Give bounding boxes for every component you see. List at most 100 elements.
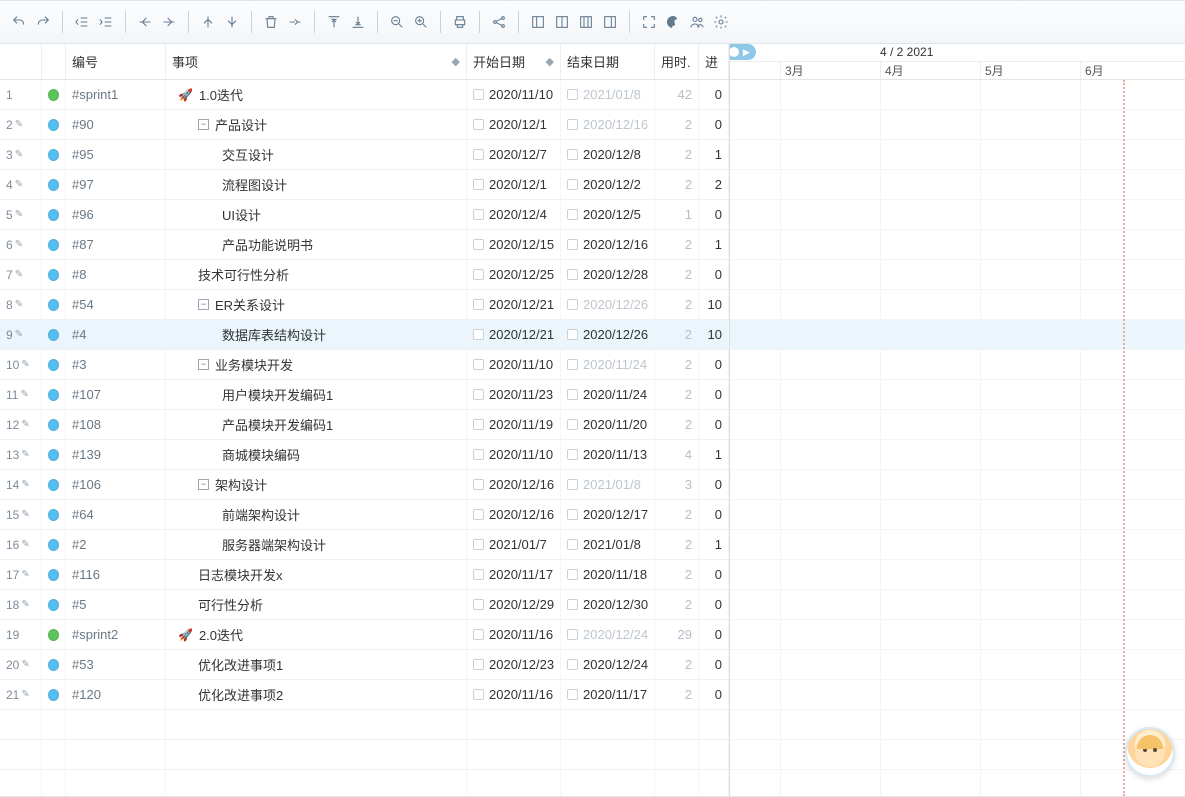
settings-button[interactable] bbox=[710, 9, 732, 35]
goto-today-icon[interactable] bbox=[730, 47, 739, 57]
task-name[interactable]: 可行性分析 bbox=[166, 590, 467, 619]
row-number[interactable]: 16✎ bbox=[0, 530, 42, 559]
start-date-cell[interactable]: 2020/12/21 bbox=[467, 320, 561, 349]
row-number[interactable]: 9✎ bbox=[0, 320, 42, 349]
status-cell[interactable] bbox=[42, 590, 66, 619]
task-row[interactable]: 8✎#54− ER关系设计2020/12/212020/12/26210 bbox=[0, 290, 729, 320]
start-date-cell[interactable]: 2020/12/23 bbox=[467, 650, 561, 679]
row-number[interactable]: 19 bbox=[0, 620, 42, 649]
start-date-cell[interactable]: 2020/12/21 bbox=[467, 290, 561, 319]
end-date-cell[interactable]: 2021/01/8 bbox=[561, 530, 655, 559]
edit-icon[interactable]: ✎ bbox=[21, 419, 29, 430]
end-date-cell[interactable]: 2021/01/8 bbox=[561, 80, 655, 109]
task-row[interactable]: 7✎#8技术可行性分析2020/12/252020/12/2820 bbox=[0, 260, 729, 290]
task-name[interactable]: 数据库表结构设计 bbox=[166, 320, 467, 349]
row-number[interactable]: 6✎ bbox=[0, 230, 42, 259]
task-name[interactable]: 🚀 2.0迭代 bbox=[166, 620, 467, 649]
task-id[interactable]: #2 bbox=[66, 530, 166, 559]
status-cell[interactable] bbox=[42, 680, 66, 709]
row-number[interactable]: 10✎ bbox=[0, 350, 42, 379]
duration-cell[interactable]: 2 bbox=[655, 680, 699, 709]
end-date-cell[interactable]: 2020/11/24 bbox=[561, 380, 655, 409]
end-date-cell[interactable]: 2020/12/16 bbox=[561, 230, 655, 259]
align-bottom-button[interactable] bbox=[347, 9, 369, 35]
task-name[interactable]: 技术可行性分析 bbox=[166, 260, 467, 289]
duration-cell[interactable]: 2 bbox=[655, 290, 699, 319]
expand-toggle[interactable]: − bbox=[198, 359, 209, 370]
task-name[interactable]: 优化改进事项1 bbox=[166, 650, 467, 679]
progress-cell[interactable]: 0 bbox=[699, 650, 729, 679]
end-date-cell[interactable]: 2020/12/28 bbox=[561, 260, 655, 289]
status-cell[interactable] bbox=[42, 260, 66, 289]
status-cell[interactable] bbox=[42, 380, 66, 409]
edit-icon[interactable]: ✎ bbox=[15, 119, 23, 130]
checkbox[interactable] bbox=[473, 299, 484, 310]
row-number[interactable]: 11✎ bbox=[0, 380, 42, 409]
row-number[interactable]: 13✎ bbox=[0, 440, 42, 469]
end-date-cell[interactable]: 2020/11/17 bbox=[561, 680, 655, 709]
row-number[interactable]: 2✎ bbox=[0, 110, 42, 139]
edit-icon[interactable]: ✎ bbox=[21, 659, 29, 670]
start-date-cell[interactable]: 2021/01/7 bbox=[467, 530, 561, 559]
start-date-cell[interactable]: 2020/11/10 bbox=[467, 80, 561, 109]
task-name[interactable]: 🚀 1.0迭代 bbox=[166, 80, 467, 109]
col-duration[interactable]: 用时. bbox=[655, 44, 699, 79]
checkbox[interactable] bbox=[473, 539, 484, 550]
task-row[interactable]: 20✎#53优化改进事项12020/12/232020/12/2420 bbox=[0, 650, 729, 680]
layout-2-button[interactable] bbox=[551, 9, 573, 35]
end-date-cell[interactable]: 2020/11/20 bbox=[561, 410, 655, 439]
checkbox[interactable] bbox=[473, 359, 484, 370]
checkbox[interactable] bbox=[567, 329, 578, 340]
edit-icon[interactable]: ✎ bbox=[21, 569, 29, 580]
task-row[interactable]: 9✎#4数据库表结构设计2020/12/212020/12/26210 bbox=[0, 320, 729, 350]
checkbox[interactable] bbox=[473, 689, 484, 700]
timeline-month[interactable]: 6月 bbox=[1080, 62, 1180, 79]
progress-cell[interactable]: 10 bbox=[699, 320, 729, 349]
status-cell[interactable] bbox=[42, 230, 66, 259]
task-row[interactable]: 4✎#97流程图设计2020/12/12020/12/222 bbox=[0, 170, 729, 200]
col-rownum[interactable] bbox=[0, 44, 42, 79]
timeline-month[interactable]: 3月 bbox=[780, 62, 880, 79]
task-name[interactable]: 日志模块开发x bbox=[166, 560, 467, 589]
checkbox[interactable] bbox=[567, 569, 578, 580]
theme-button[interactable] bbox=[662, 9, 684, 35]
checkbox[interactable] bbox=[473, 659, 484, 670]
checkbox[interactable] bbox=[473, 209, 484, 220]
edit-icon[interactable]: ✎ bbox=[21, 689, 29, 700]
align-top-button[interactable] bbox=[323, 9, 345, 35]
checkbox[interactable] bbox=[473, 89, 484, 100]
checkbox[interactable] bbox=[473, 119, 484, 130]
task-id[interactable]: #54 bbox=[66, 290, 166, 319]
edit-icon[interactable]: ✎ bbox=[21, 479, 29, 490]
share-button[interactable] bbox=[488, 9, 510, 35]
progress-cell[interactable]: 0 bbox=[699, 680, 729, 709]
task-row[interactable]: 15✎#64前端架构设计2020/12/162020/12/1720 bbox=[0, 500, 729, 530]
progress-cell[interactable]: 1 bbox=[699, 230, 729, 259]
task-row[interactable]: 18✎#5可行性分析2020/12/292020/12/3020 bbox=[0, 590, 729, 620]
move-left-button[interactable] bbox=[134, 9, 156, 35]
task-name[interactable]: − 产品设计 bbox=[166, 110, 467, 139]
edit-icon[interactable]: ✎ bbox=[15, 239, 23, 250]
progress-cell[interactable]: 1 bbox=[699, 530, 729, 559]
task-id[interactable]: #107 bbox=[66, 380, 166, 409]
edit-icon[interactable]: ✎ bbox=[21, 599, 29, 610]
undo-button[interactable] bbox=[8, 9, 30, 35]
progress-cell[interactable]: 1 bbox=[699, 140, 729, 169]
task-row[interactable]: 11✎#107用户模块开发编码12020/11/232020/11/2420 bbox=[0, 380, 729, 410]
edit-icon[interactable]: ✎ bbox=[21, 509, 29, 520]
checkbox[interactable] bbox=[473, 179, 484, 190]
task-row[interactable]: 1#sprint1🚀 1.0迭代2020/11/102021/01/8420 bbox=[0, 80, 729, 110]
end-date-cell[interactable]: 2020/12/17 bbox=[561, 500, 655, 529]
duration-cell[interactable]: 2 bbox=[655, 410, 699, 439]
duration-cell[interactable]: 2 bbox=[655, 500, 699, 529]
task-name[interactable]: 交互设计 bbox=[166, 140, 467, 169]
task-id[interactable]: #3 bbox=[66, 350, 166, 379]
checkbox[interactable] bbox=[473, 569, 484, 580]
checkbox[interactable] bbox=[473, 599, 484, 610]
task-id[interactable]: #95 bbox=[66, 140, 166, 169]
progress-cell[interactable]: 0 bbox=[699, 470, 729, 499]
row-number[interactable]: 18✎ bbox=[0, 590, 42, 619]
checkbox[interactable] bbox=[567, 359, 578, 370]
status-cell[interactable] bbox=[42, 80, 66, 109]
start-date-cell[interactable]: 2020/12/7 bbox=[467, 140, 561, 169]
